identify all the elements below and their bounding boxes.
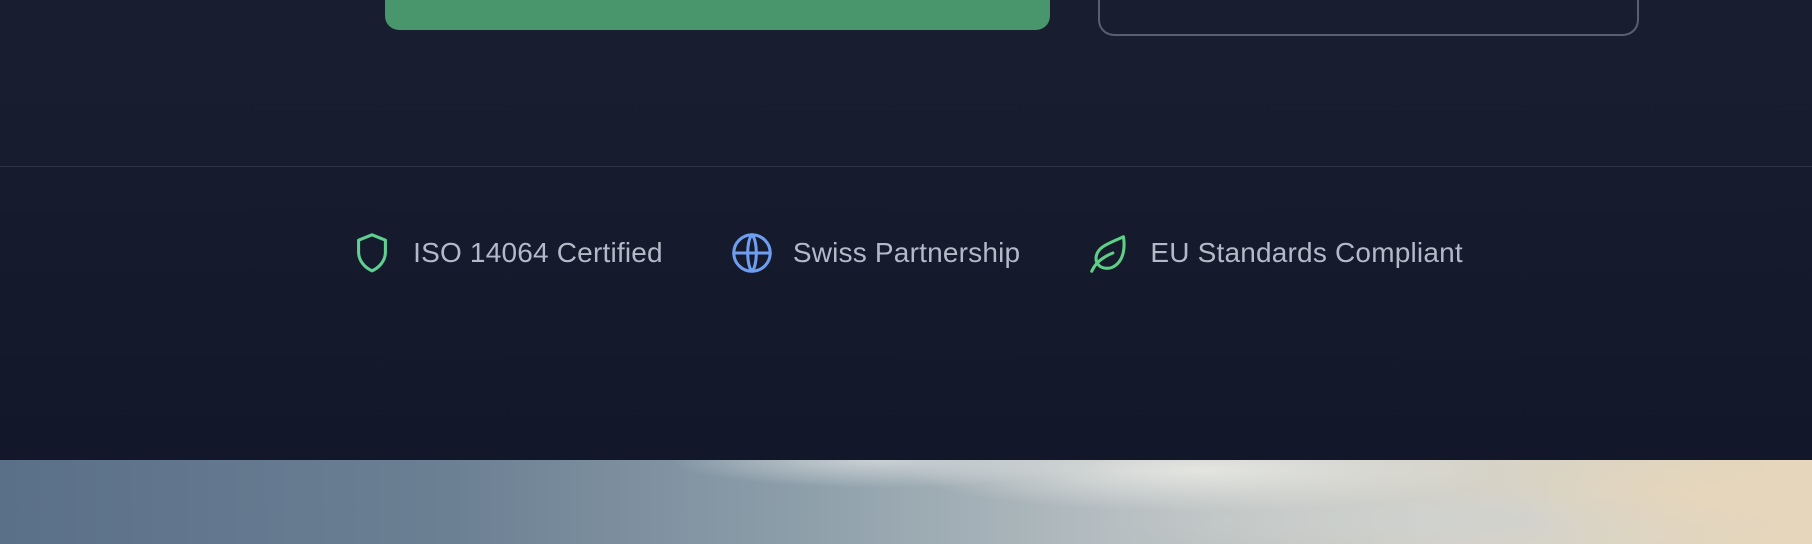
trust-badge-eu: EU Standards Compliant bbox=[1086, 230, 1463, 276]
shield-icon bbox=[349, 230, 395, 276]
trust-badge-label: Swiss Partnership bbox=[792, 237, 1021, 268]
trust-badge-swiss: Swiss Partnership bbox=[729, 230, 1020, 276]
secondary-cta-button[interactable] bbox=[1098, 0, 1639, 36]
primary-cta-button[interactable] bbox=[385, 0, 1050, 30]
trust-badge-label: EU Standards Compliant bbox=[1150, 237, 1463, 268]
trust-badge-iso: ISO 14064 Certified bbox=[349, 230, 663, 276]
trust-badges-section: ISO 14064 Certified Swiss Partnership EU… bbox=[0, 167, 1812, 460]
cta-section bbox=[0, 0, 1812, 167]
sky-hero-image bbox=[0, 460, 1812, 544]
trust-badge-label: ISO 14064 Certified bbox=[413, 237, 663, 268]
trust-badges-row: ISO 14064 Certified Swiss Partnership EU… bbox=[0, 229, 1812, 277]
leaf-icon bbox=[1086, 230, 1132, 276]
globe-icon bbox=[729, 230, 775, 276]
